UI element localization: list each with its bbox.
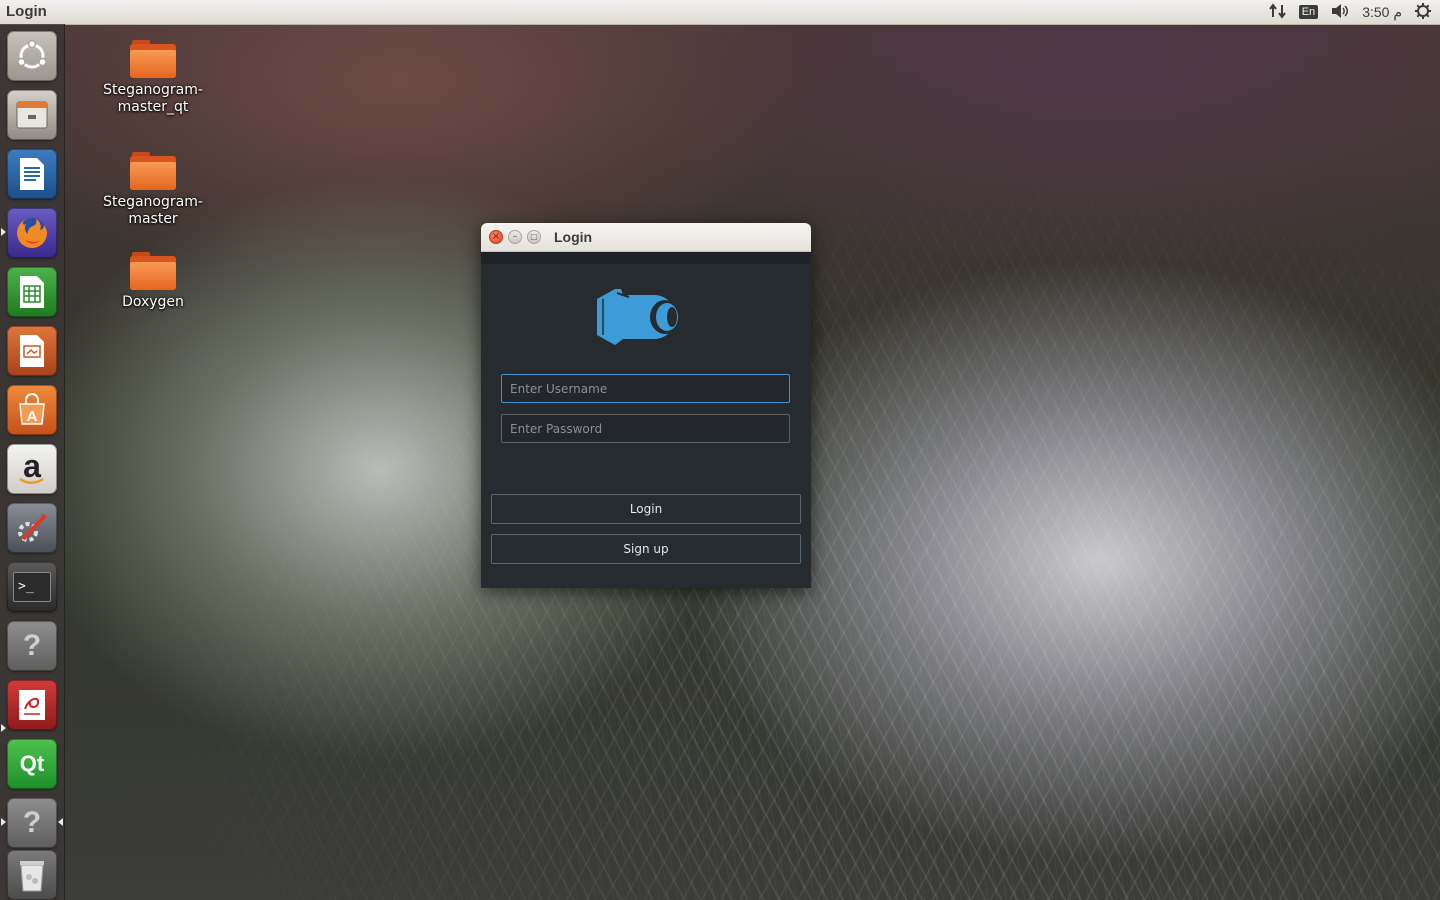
desktop-folder-label: Steganogram-master_qt [103, 82, 203, 115]
libreoffice-impress-icon[interactable] [7, 326, 57, 376]
amazon-icon[interactable]: a [7, 444, 57, 494]
login-dialog: × – □ Login Login Sign up [481, 223, 811, 588]
close-icon[interactable]: × [489, 230, 503, 244]
username-input[interactable] [501, 374, 790, 403]
desktop-folder-label: Doxygen [122, 294, 184, 310]
desktop-folder-label: Steganogram-master [103, 194, 203, 227]
power-gear-icon[interactable] [1414, 2, 1432, 23]
volume-icon[interactable] [1330, 3, 1350, 22]
camera-logo-icon [597, 289, 680, 345]
dialog-content: Login Sign up [481, 252, 811, 588]
folder-icon [130, 252, 176, 290]
signup-button[interactable]: Sign up [491, 534, 801, 564]
terminal-icon[interactable]: >_ [7, 562, 57, 612]
top-panel: Login En 3:50 م [0, 0, 1440, 25]
desktop-folder[interactable]: Steganogram-master_qt [98, 40, 208, 116]
system-settings-icon[interactable] [7, 503, 57, 553]
keyboard-lang-indicator[interactable]: En [1298, 5, 1319, 19]
unknown-app-icon-2[interactable]: ? [7, 798, 57, 848]
qt-creator-icon[interactable]: Qt [7, 739, 57, 789]
active-window-title: Login [6, 3, 47, 20]
password-input[interactable] [501, 414, 790, 443]
system-tray: En 3:50 م [1268, 0, 1432, 24]
files-icon[interactable] [7, 90, 57, 140]
libreoffice-calc-icon[interactable] [7, 267, 57, 317]
dialog-title: Login [554, 229, 593, 245]
firefox-icon[interactable] [7, 208, 57, 258]
login-button[interactable]: Login [491, 494, 801, 524]
dialog-titlebar[interactable]: × – □ Login [481, 223, 811, 252]
launcher: A a >_ ? Qt ? [0, 24, 65, 900]
libreoffice-writer-icon[interactable] [7, 149, 57, 199]
software-center-icon[interactable]: A [7, 385, 57, 435]
clock[interactable]: 3:50 م [1362, 4, 1402, 21]
minimize-icon[interactable]: – [508, 230, 522, 244]
folder-icon [130, 152, 176, 190]
desktop-folder[interactable]: Steganogram-master [98, 152, 208, 228]
text-editor-icon[interactable] [7, 680, 57, 730]
unknown-app-icon[interactable]: ? [7, 621, 57, 671]
folder-icon [130, 40, 176, 78]
network-arrows-icon[interactable] [1268, 2, 1287, 22]
desktop-folder[interactable]: Doxygen [98, 252, 208, 311]
trash-icon[interactable] [7, 850, 57, 900]
ubuntu-dash-icon[interactable] [7, 31, 57, 81]
maximize-icon[interactable]: □ [527, 230, 541, 244]
svg-text:A: A [27, 408, 38, 425]
